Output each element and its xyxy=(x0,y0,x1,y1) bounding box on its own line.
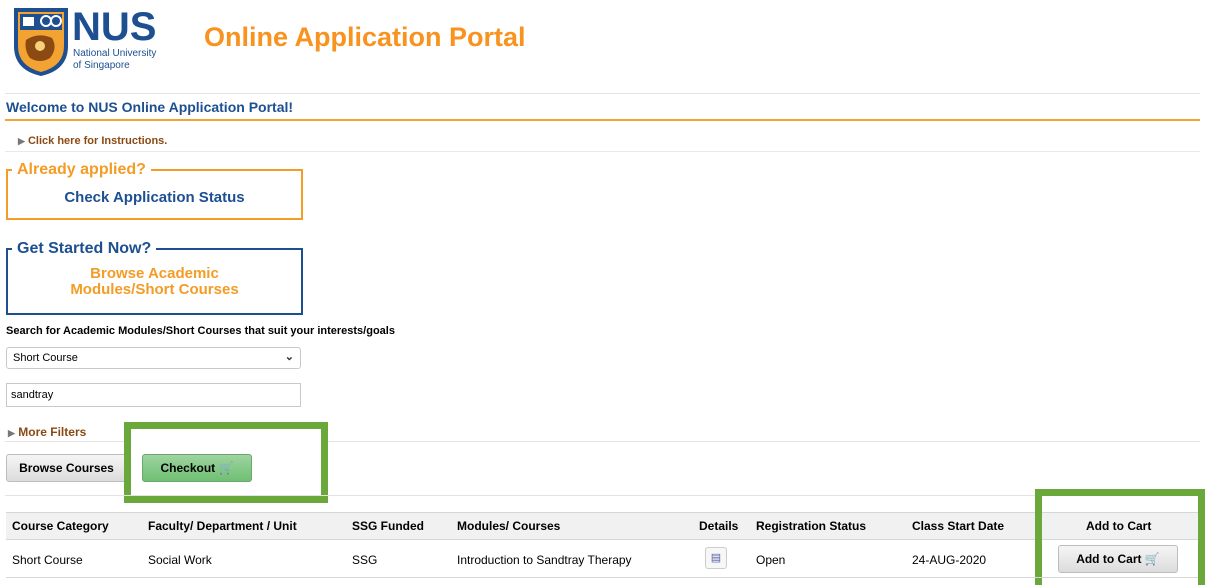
cell-category: Short Course xyxy=(12,553,83,567)
caret-right-icon: ▶ xyxy=(8,428,15,438)
column-header-status: Registration Status xyxy=(756,519,867,533)
column-header-details: Details xyxy=(699,519,739,533)
search-label: Search for Academic Modules/Short Course… xyxy=(6,325,395,337)
cell-start-date: 24-AUG-2020 xyxy=(912,553,987,567)
divider xyxy=(5,151,1200,152)
column-header-category: Course Category xyxy=(12,519,109,533)
cell-ssg: SSG xyxy=(352,553,378,567)
details-icon[interactable]: ▤ xyxy=(705,547,727,569)
browse-modules-link[interactable]: Browse Academic Modules/Short Courses xyxy=(8,266,301,298)
add-to-cart-button[interactable]: Add to Cart 🛒 xyxy=(1058,545,1178,573)
cart-icon: 🛒 xyxy=(1144,552,1160,566)
chevron-down-icon: ⌄ xyxy=(284,351,294,363)
get-started-legend: Get Started Now? xyxy=(17,240,152,257)
course-category-select[interactable]: Short Course ⌄ xyxy=(6,347,301,369)
check-application-status-link[interactable]: Check Application Status xyxy=(8,189,301,206)
row-divider xyxy=(6,577,1198,578)
page-title: Online Application Portal xyxy=(204,22,526,52)
browse-courses-button[interactable]: Browse Courses xyxy=(6,454,127,482)
instructions-link[interactable]: ▶ Click here for Instructions. xyxy=(18,135,167,147)
browse-modules-line-2: Modules/Short Courses xyxy=(70,281,239,298)
divider-orange xyxy=(5,119,1200,121)
logo-subtext-1: National University xyxy=(73,48,156,59)
already-applied-panel: Already applied? Check Application Statu… xyxy=(6,161,303,220)
cell-module: Introduction to Sandtray Therapy xyxy=(457,553,632,567)
keyword-search-input[interactable] xyxy=(6,383,301,407)
divider xyxy=(5,93,1200,94)
column-header-ssg: SSG Funded xyxy=(352,519,424,533)
browse-modules-line-1: Browse Academic xyxy=(90,265,219,282)
logo-wordmark: NUS xyxy=(72,5,156,49)
add-to-cart-label: Add to Cart xyxy=(1076,552,1142,566)
checkout-button[interactable]: Checkout 🛒 xyxy=(142,454,252,482)
cart-icon: 🛒 xyxy=(218,461,234,475)
get-started-panel: Get Started Now? Browse Academic Modules… xyxy=(6,240,303,315)
nus-crest-icon: NUS National University of Singapore xyxy=(14,5,156,76)
column-header-start-date: Class Start Date xyxy=(912,519,1005,533)
column-header-module: Modules/ Courses xyxy=(457,519,561,533)
course-category-value: Short Course xyxy=(13,352,78,364)
cell-status: Open xyxy=(756,553,786,567)
divider xyxy=(5,495,1200,496)
logo-subtext-2: of Singapore xyxy=(73,60,130,71)
caret-right-icon: ▶ xyxy=(18,136,25,146)
column-header-add-to-cart: Add to Cart xyxy=(1086,519,1152,533)
nus-logo: NUS National University of Singapore xyxy=(10,4,170,78)
cell-faculty: Social Work xyxy=(148,553,212,567)
more-filters-toggle[interactable]: ▶ More Filters xyxy=(8,425,86,439)
more-filters-label: More Filters xyxy=(18,425,87,439)
instructions-link-label: Click here for Instructions. xyxy=(27,135,168,147)
welcome-heading: Welcome to NUS Online Application Portal… xyxy=(6,99,294,115)
checkout-label: Checkout xyxy=(160,461,216,475)
column-header-faculty: Faculty/ Department / Unit xyxy=(148,519,297,533)
already-applied-legend: Already applied? xyxy=(17,161,146,178)
